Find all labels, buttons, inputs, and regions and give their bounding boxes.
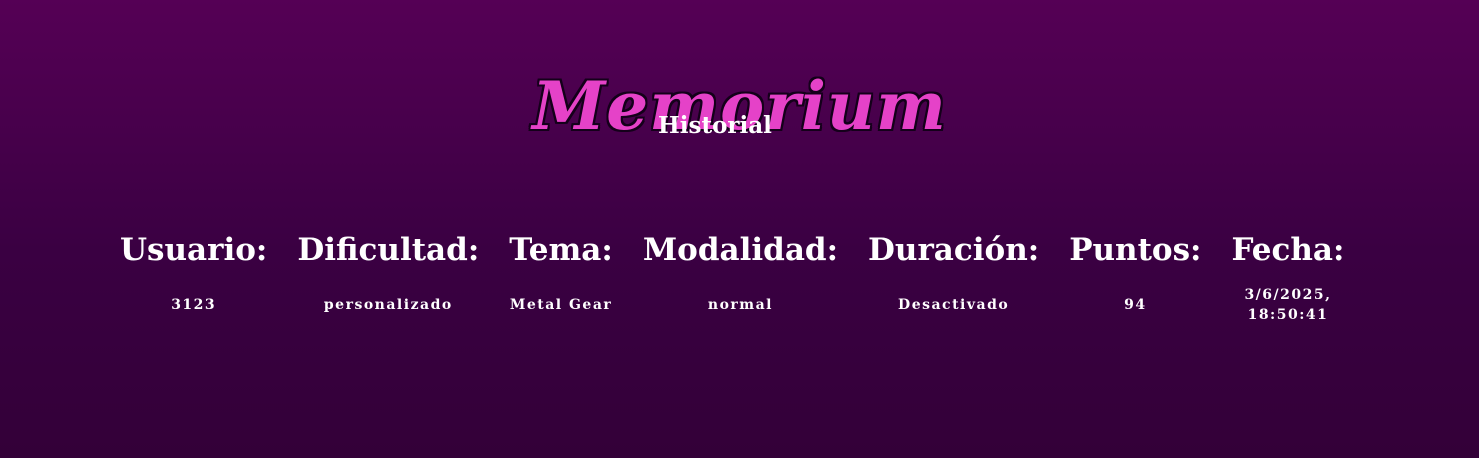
header-usuario: Usuario: [120,232,268,268]
header-duracion: Duración: [868,232,1040,268]
cell-dificultad: personalizado [323,297,453,313]
cell-duracion: Desactivado [898,297,1010,313]
cell-tema: Metal Gear [509,297,613,313]
header-dificultad: Dificultad: [297,232,480,268]
header-row: Usuario: Dificultad: Tema: Modalidad: Du… [105,225,1359,275]
table-row: 3123 personalizado Metal Gear normal Des… [105,275,1359,335]
history-table-body: 3123 personalizado Metal Gear normal Des… [105,275,1359,335]
cell-modalidad: normal [707,297,773,313]
cell-fecha: 3/6/2025, 18:50:41 [1244,287,1332,323]
header-fecha: Fecha: [1231,232,1345,268]
history-table-header: Usuario: Dificultad: Tema: Modalidad: Du… [105,225,1359,275]
history-table: Usuario: Dificultad: Tema: Modalidad: Du… [105,225,1359,335]
cell-puntos: 94 [1124,297,1147,313]
header-modalidad: Modalidad: [642,232,839,268]
cell-usuario: 3123 [171,297,217,313]
page-subtitle: Historial [658,112,772,139]
header-tema: Tema: [509,232,613,268]
header-puntos: Puntos: [1069,232,1202,268]
